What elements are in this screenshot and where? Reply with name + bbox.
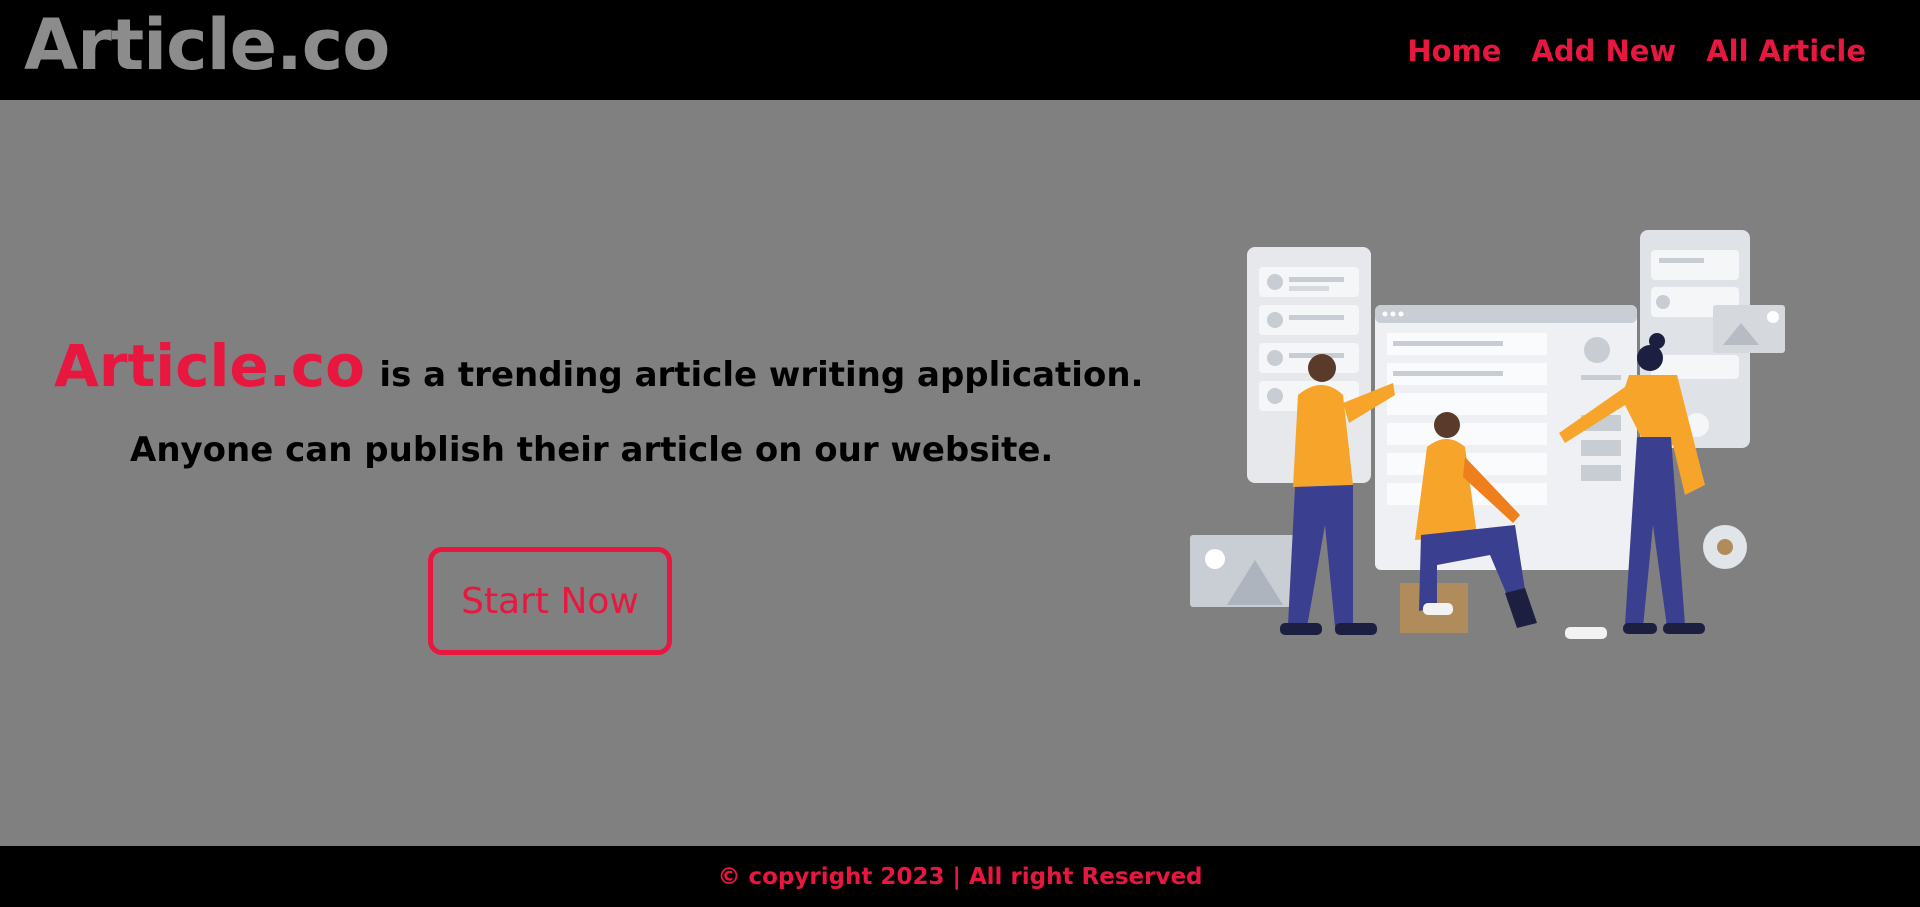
nav-links: Home Add New All Article	[1407, 34, 1866, 68]
navbar: Article.co Home Add New All Article	[0, 0, 1920, 100]
footer: © copyright 2023 | All right Reserved	[0, 846, 1920, 907]
image-card-icon	[1190, 535, 1300, 607]
copyright-text: © copyright 2023 | All right Reserved	[717, 863, 1203, 890]
hero-tagline: is a trending article writing applicatio…	[379, 355, 1144, 395]
pie-chart-icon	[1703, 525, 1747, 569]
hero-headline: Article.co is a trending article writing…	[54, 332, 1143, 400]
team-collaboration-illustration	[1190, 230, 1785, 639]
hero-brand: Article.co	[54, 332, 365, 400]
nav-link-home[interactable]: Home	[1407, 34, 1501, 68]
site-logo[interactable]: Article.co	[24, 10, 390, 80]
start-now-button[interactable]: Start Now	[428, 547, 672, 655]
hero-subline: Anyone can publish their article on our …	[130, 430, 1054, 470]
nav-link-add-new[interactable]: Add New	[1531, 34, 1676, 68]
nav-link-all-article[interactable]: All Article	[1706, 34, 1866, 68]
